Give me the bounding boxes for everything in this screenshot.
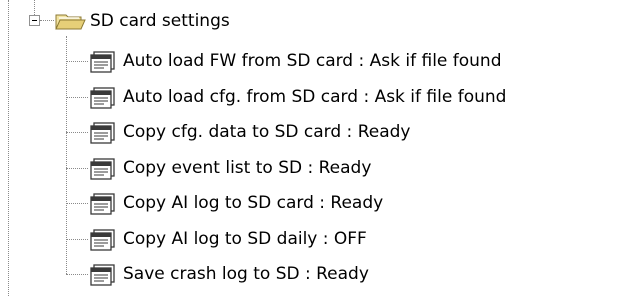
settings-item-icon: [86, 153, 120, 183]
settings-tree: SD card settings Auto load FW from SD ca…: [0, 0, 630, 296]
tree-item-label: Auto load FW from SD card : Ask if file …: [123, 51, 502, 71]
tree-branch-3: [66, 132, 88, 133]
tree-branch-4: [66, 168, 88, 169]
tree-branch-6: [66, 239, 88, 240]
folder-open-icon: [53, 6, 87, 36]
tree-branch-root: [40, 20, 54, 21]
tree-item-save-crash-log[interactable]: Save crash log to SD : Ready: [86, 259, 372, 289]
tree-item-copy-ai-log-daily[interactable]: Copy AI log to SD daily : OFF: [86, 224, 370, 254]
tree-line-root: [34, 0, 35, 15]
settings-item-icon: [86, 117, 120, 147]
tree-item-label: Copy AI log to SD card : Ready: [123, 193, 384, 213]
tree-branch-2: [66, 97, 88, 98]
tree-item-label: Copy event list to SD : Ready: [123, 158, 372, 178]
settings-item-icon: [86, 82, 120, 112]
tree-node-label: SD card settings: [90, 11, 230, 31]
tree-branch-5: [66, 203, 88, 204]
tree-branch-7: [66, 274, 88, 275]
tree-item-label: Save crash log to SD : Ready: [123, 264, 369, 284]
settings-item-icon: [86, 46, 120, 76]
tree-line-outer: [8, 0, 9, 296]
tree-item-label: Copy AI log to SD daily : OFF: [123, 229, 367, 249]
settings-item-icon: [86, 188, 120, 218]
tree-item-auto-load-cfg[interactable]: Auto load cfg. from SD card : Ask if fil…: [86, 82, 509, 112]
minus-icon: [32, 20, 37, 21]
tree-item-copy-ai-log[interactable]: Copy AI log to SD card : Ready: [86, 188, 386, 218]
tree-item-label: Copy cfg. data to SD card : Ready: [123, 122, 411, 142]
tree-item-label: Auto load cfg. from SD card : Ask if fil…: [123, 87, 507, 107]
settings-item-icon: [86, 259, 120, 289]
tree-branch-1: [66, 61, 88, 62]
tree-item-copy-event-list[interactable]: Copy event list to SD : Ready: [86, 153, 374, 183]
tree-item-auto-load-fw[interactable]: Auto load FW from SD card : Ask if file …: [86, 46, 505, 76]
collapse-toggle[interactable]: [29, 15, 40, 26]
tree-node-sd-card-settings[interactable]: SD card settings: [53, 6, 233, 36]
settings-item-icon: [86, 224, 120, 254]
tree-item-copy-cfg-data[interactable]: Copy cfg. data to SD card : Ready: [86, 117, 413, 147]
